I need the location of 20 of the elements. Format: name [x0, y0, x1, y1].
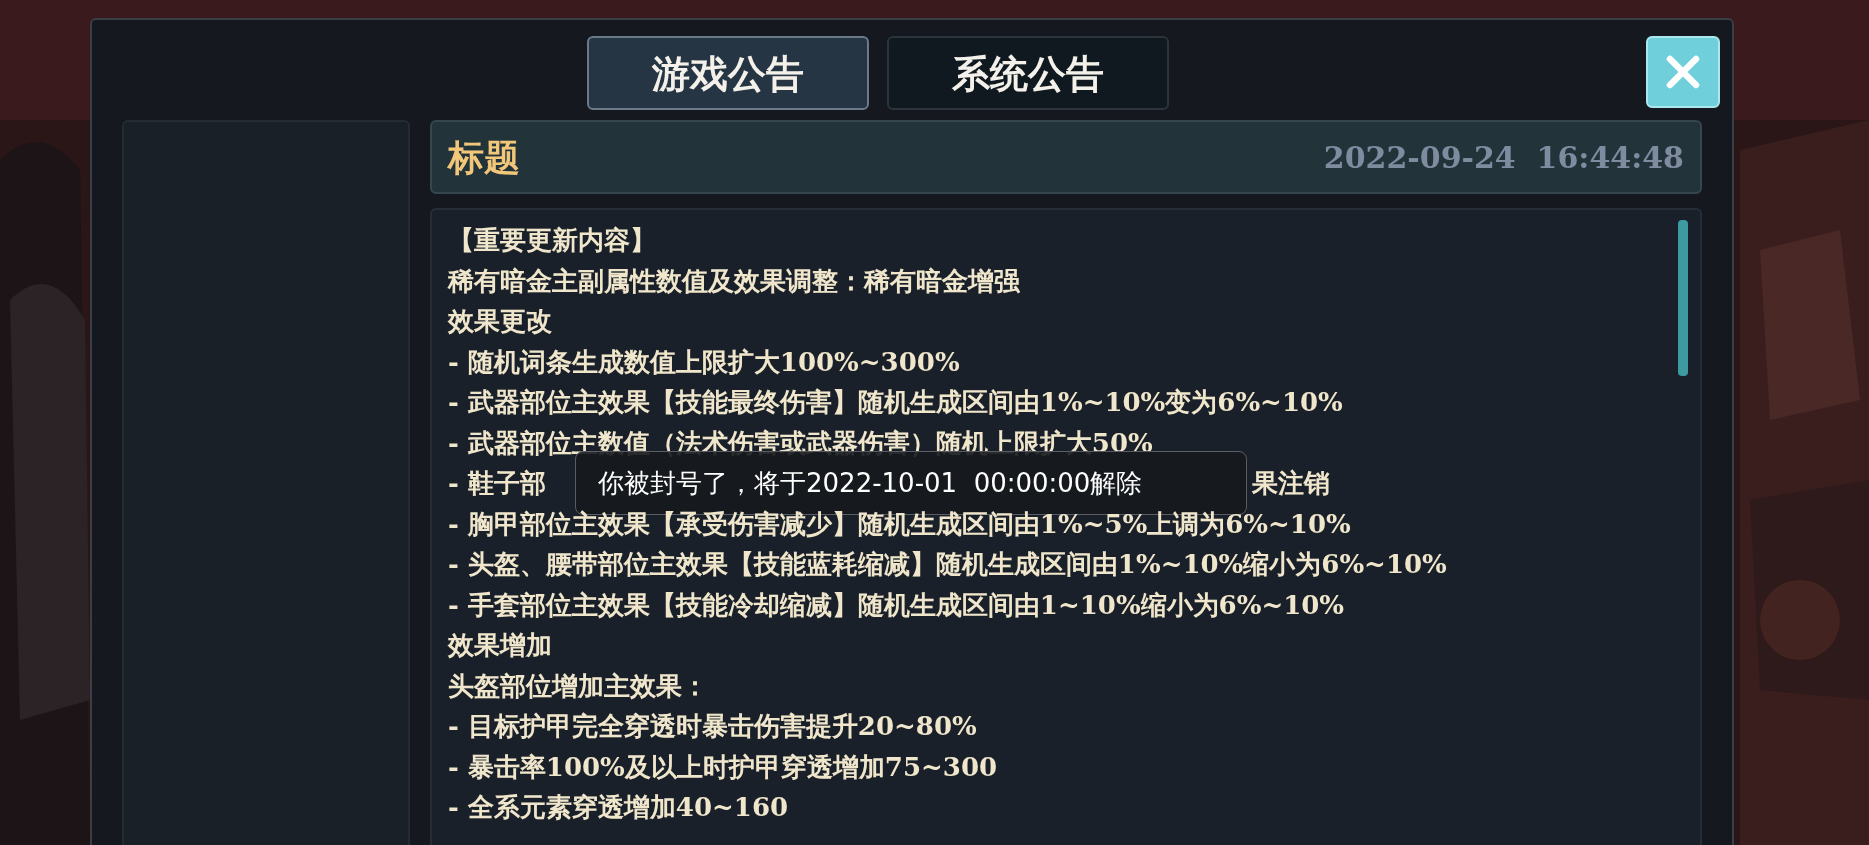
tab[interactable]: 游戏公告: [587, 36, 869, 110]
notice-line-start: - 鞋子部: [448, 468, 546, 498]
notice-line: - 目标护甲完全穿透时暴击伤害提升20~80%: [448, 710, 977, 743]
notice-title: 标题: [448, 135, 520, 180]
notice-line: 头盔部位增加主效果：: [448, 669, 708, 703]
notice-line: 【重要更新内容】: [448, 224, 656, 257]
notice-line: - 头盔、腰带部位主效果【技能蓝耗缩减】随机生成区间由1%~10%缩小为6%~10%: [448, 548, 1447, 581]
notice-line: 效果更改: [448, 305, 552, 338]
notice-line: - 全系元素穿透增加40~160: [448, 791, 789, 824]
notice-line: - 手套部位主效果【技能冷却缩减】随机生成区间由1~10%缩小为6%~10%: [448, 588, 1345, 622]
notice-line-end: 果注销: [1252, 467, 1331, 500]
notice-line: 效果增加: [448, 629, 552, 662]
scrollbar-thumb[interactable]: [1678, 220, 1688, 376]
notice-line: - 武器部位主效果【技能最终伤害】随机生成区间由1%~10%变为6%~10%: [448, 386, 1343, 419]
notice-line: - 随机词条生成数值上限扩大100%~300%: [448, 345, 960, 379]
tab[interactable]: 系统公告: [887, 36, 1169, 110]
notice-line: 稀有暗金主副属性数值及效果调整：稀有暗金增强: [448, 264, 1020, 298]
notice-line: - 暴击率100%及以上时护甲穿透增加75~300: [448, 750, 998, 784]
close-button[interactable]: [1646, 36, 1720, 108]
notice-date: 2022-09-24 16:44:48: [1323, 138, 1684, 177]
